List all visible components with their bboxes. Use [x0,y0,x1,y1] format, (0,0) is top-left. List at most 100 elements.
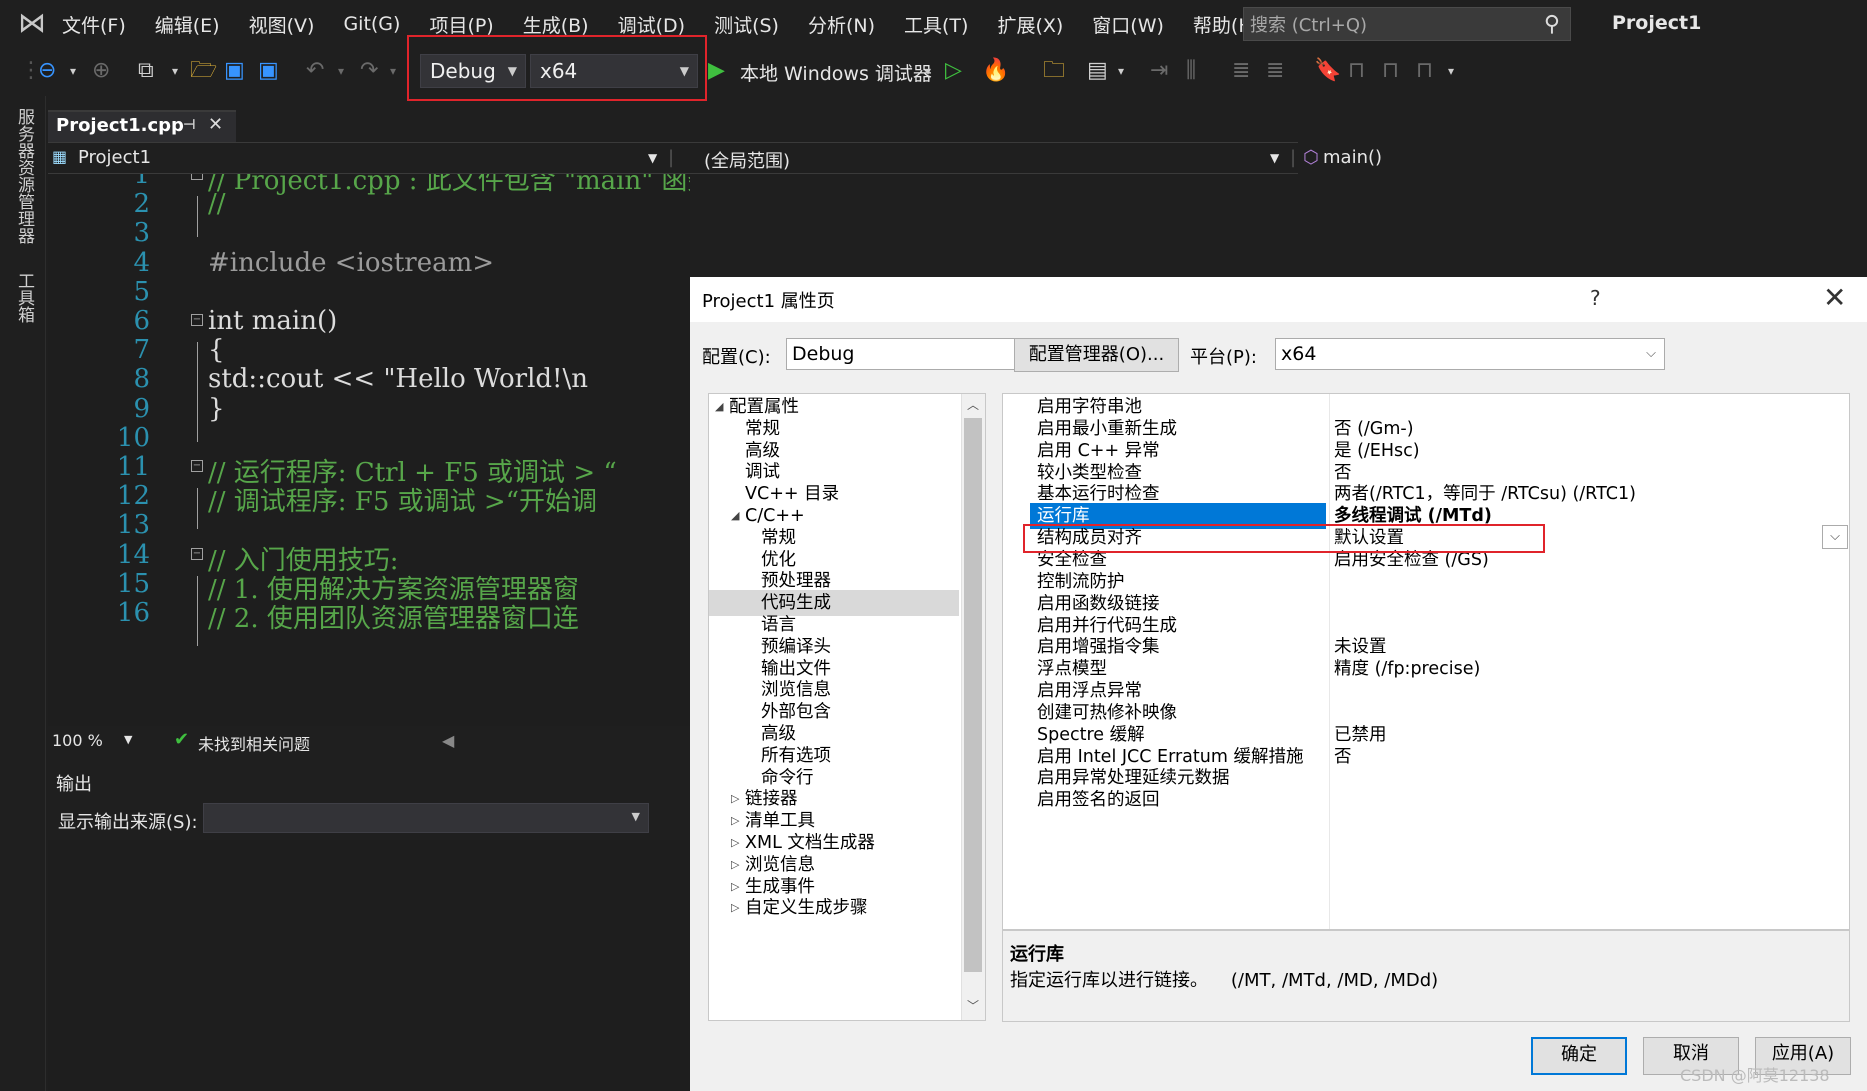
platform-dropdown[interactable]: x64 ⌵ [1275,338,1665,370]
open-folder-icon[interactable]: 🗁 [190,58,217,84]
layout-icon[interactable]: ▤ [1087,58,1108,84]
code-text: { [208,335,225,366]
uncomment-icon[interactable]: ≣ [1266,58,1284,84]
code-editor[interactable]: 1−// Project1.cpp : 此文件包含 "main" 函数。程序执行… [48,174,690,726]
close-tab-icon[interactable]: ✕ [208,114,223,135]
collapsed-icon[interactable]: ▷ [731,895,739,921]
code-text: // [208,189,226,220]
menu-item[interactable]: 调试(D) [618,11,685,38]
solution-config-dropdown[interactable]: Debug ▼ [420,54,526,88]
chevron-down-icon[interactable]: ▼ [648,151,657,165]
back-icon[interactable]: ⊖ [38,58,56,84]
menu-item[interactable]: 扩展(X) [997,11,1063,38]
new-project-icon[interactable]: ⧉ [138,58,154,84]
menu-item[interactable]: 视图(V) [249,11,315,38]
method-icon: ⬡ [1303,147,1319,168]
menu-item[interactable]: Git(G) [343,13,400,35]
dialog-title: Project1 属性页 [702,291,835,312]
tree-item-label: 自定义生成步骤 [745,898,868,919]
visual-studio-logo-icon[interactable]: ⋈ [12,8,52,38]
chevron-down-icon[interactable]: ▼ [1270,151,1279,165]
menu-item[interactable]: 生成(B) [523,11,589,38]
layout-dropdown-icon[interactable]: ▾ [1118,64,1124,78]
menu-item[interactable]: 分析(N) [808,11,875,38]
back-dropdown-icon[interactable]: ▾ [70,64,76,78]
fold-toggle-icon[interactable]: − [191,460,203,472]
property-value-dropdown[interactable]: ⌵ [1822,525,1848,549]
start-debugger-label[interactable]: 本地 Windows 调试器 [740,59,932,86]
nav-member[interactable]: main() [1323,147,1382,168]
pin-icon[interactable]: ⊣ [183,117,196,133]
clear-bookmarks-icon[interactable]: ⊓ [1416,58,1433,84]
runtime-library-highlight-box [1023,524,1545,553]
editor-status-strip: 100 % ▼ ✔ 未找到相关问题 ◀ [48,726,690,756]
zoom-dropdown-icon[interactable]: ▼ [124,733,132,746]
undo-dropdown-icon[interactable]: ▾ [338,64,344,78]
issues-status[interactable]: 未找到相关问题 [198,731,310,755]
solution-platform-dropdown[interactable]: x64 ▼ [530,54,698,88]
tree-item[interactable]: ▷ 自定义生成步骤 [709,895,959,921]
undo-icon[interactable]: ↶ [306,58,324,84]
chevron-down-icon: ⌵ [1830,529,1840,544]
tab-project1-cpp[interactable]: Project1.cpp ⊣ ✕ [48,110,236,142]
solution-explorer-icon[interactable]: 🗀 [1043,58,1065,84]
line-number: 8 [133,364,150,395]
scroll-down-icon[interactable]: ﹀ [967,997,979,1014]
nav-separator: | [1290,147,1297,168]
save-all-icon[interactable]: ▣ [258,58,279,84]
fold-toggle-icon[interactable]: − [191,174,203,180]
bookmark-icon[interactable]: 🔖 [1314,58,1341,84]
search-input[interactable]: 搜索 (Ctrl+Q) ⚲ [1243,7,1571,41]
code-line: 16 // 2. 使用团队资源管理器窗口连 [48,598,690,634]
output-text-area[interactable] [48,840,690,1091]
new-dropdown-icon[interactable]: ▾ [172,64,178,78]
property-row[interactable]: 启用签名的返回 [1003,787,1849,813]
scroll-up-icon[interactable]: ︿ [967,396,979,413]
nav-project[interactable]: Project1 [78,147,151,168]
code-text: std::cout << "Hello World!\n [208,364,588,395]
redo-dropdown-icon[interactable]: ▾ [390,64,396,78]
redo-icon[interactable]: ↷ [360,58,378,84]
platform-label: 平台(P): [1190,347,1257,368]
output-source-dropdown[interactable]: ▼ [203,803,649,833]
fold-toggle-icon[interactable]: − [191,547,203,560]
comment-icon[interactable]: ≣ [1232,58,1250,84]
solution-platform-value: x64 [540,59,578,83]
start-debug-icon[interactable]: ▶ [708,58,725,84]
close-dialog-button[interactable]: ✕ [1823,281,1846,314]
server-explorer-tab[interactable]: 服务器资源管理器 [12,108,37,244]
line-number: 14 [116,539,150,570]
menu-item[interactable]: 工具(T) [904,11,968,38]
tree-scroll-thumb[interactable] [964,418,982,972]
prev-bookmark-icon[interactable]: ⊓ [1348,58,1365,84]
menu-item[interactable]: 文件(F) [62,11,126,38]
config-manager-button[interactable]: 配置管理器(O)... [1014,338,1179,372]
line-number: 2 [133,189,150,220]
columns-icon[interactable]: ⫼ [1186,58,1196,84]
search-icon[interactable]: ⚲ [1544,12,1560,37]
next-bookmark-icon[interactable]: ⊓ [1382,58,1399,84]
line-number: 16 [116,598,150,628]
step-icon[interactable]: ⇥ [1150,58,1168,84]
start-without-debug-icon[interactable]: ▷ [945,58,962,84]
fold-toggle-icon[interactable]: − [191,314,203,326]
menu-item[interactable]: 测试(S) [714,11,779,38]
line-number: 12 [116,481,150,512]
line-number: 11 [116,452,150,482]
forward-icon[interactable]: ⊕ [92,58,110,84]
toolbox-tab[interactable]: 工具箱 [12,272,37,323]
menu-item[interactable]: 编辑(E) [155,11,220,38]
line-number: 5 [133,276,150,307]
menu-item[interactable]: 项目(P) [429,11,493,38]
save-icon[interactable]: ▣ [224,58,245,84]
scroll-left-icon[interactable]: ◀ [442,731,454,750]
zoom-level[interactable]: 100 % [52,731,103,750]
ok-button[interactable]: 确定 [1531,1037,1627,1075]
hot-reload-icon[interactable]: 🔥 [982,58,1009,84]
help-button[interactable]: ? [1590,286,1601,310]
debugger-dropdown-icon[interactable]: ▾ [925,64,931,78]
nav-separator: | [668,147,675,168]
menu-item[interactable]: 窗口(W) [1092,11,1164,38]
nav-scope[interactable]: (全局范围) [704,147,790,173]
toolbar-overflow-icon[interactable]: ▾ [1448,64,1454,78]
